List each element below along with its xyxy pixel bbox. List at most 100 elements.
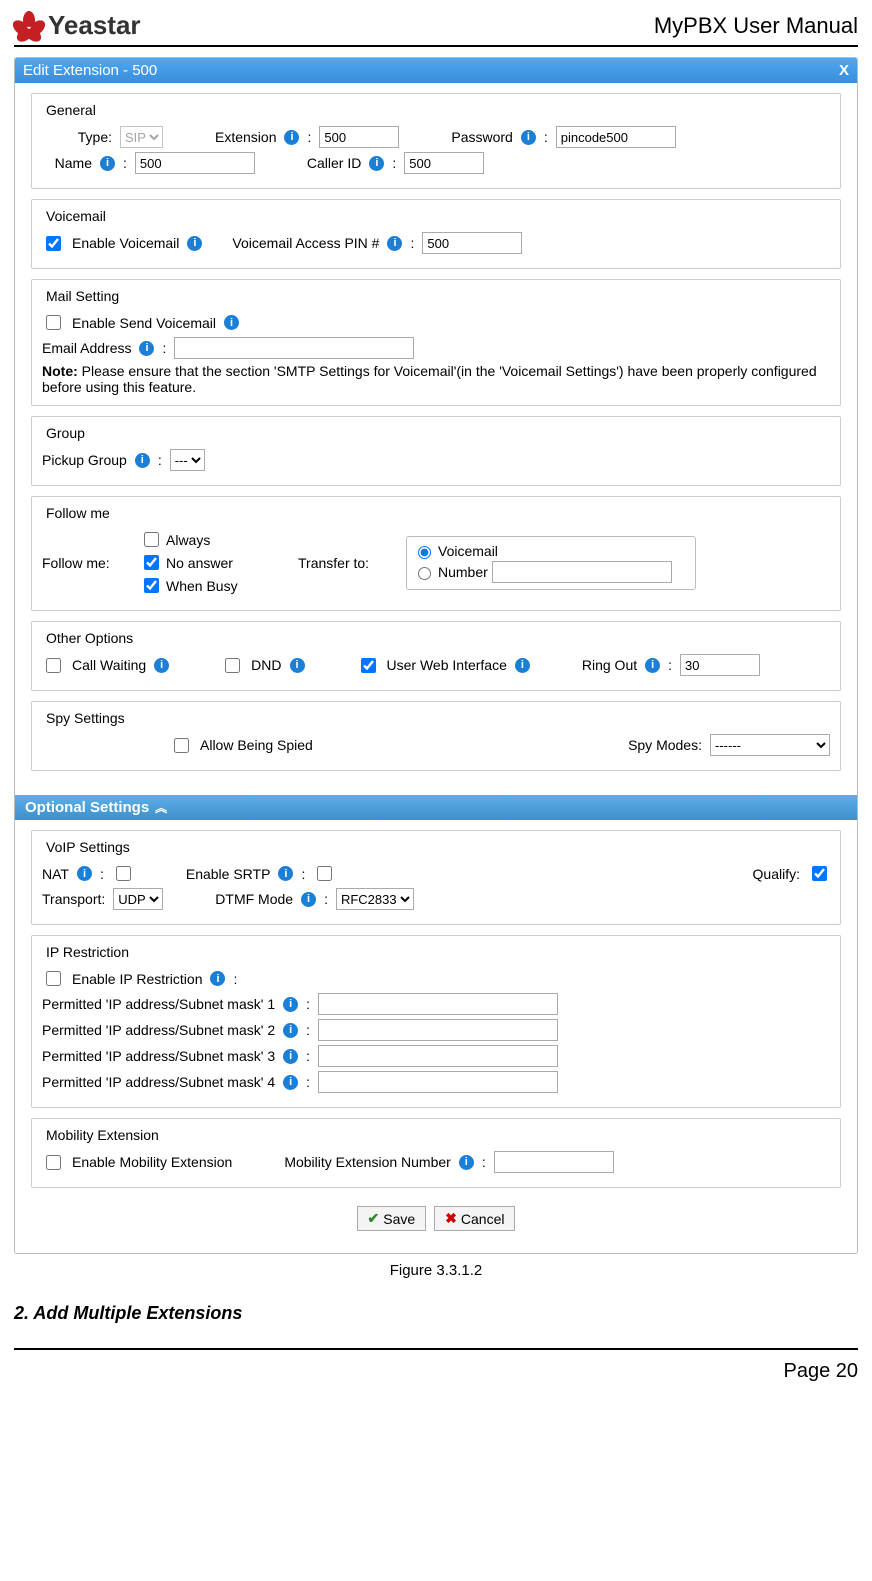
number-radio-label: Number <box>438 564 488 580</box>
when-busy-checkbox[interactable] <box>144 578 159 593</box>
info-icon[interactable]: i <box>139 341 154 356</box>
permitted-ip-2-input[interactable] <box>318 1019 558 1041</box>
permitted-ip-1-input[interactable] <box>318 993 558 1015</box>
info-icon[interactable]: i <box>283 1075 298 1090</box>
info-icon[interactable]: i <box>100 156 115 171</box>
enable-ip-restriction-label: Enable IP Restriction <box>72 971 202 987</box>
type-select[interactable]: SIP <box>120 126 163 148</box>
cancel-button[interactable]: ✖ Cancel <box>434 1206 515 1231</box>
info-icon[interactable]: i <box>283 1023 298 1038</box>
spy-modes-label: Spy Modes: <box>628 737 702 753</box>
follow-me-legend: Follow me <box>42 505 114 521</box>
pickup-group-select[interactable]: --- <box>170 449 205 471</box>
allow-spied-label: Allow Being Spied <box>200 737 313 753</box>
follow-me-fieldset: Follow me Follow me: Always No answer Wh… <box>31 496 841 611</box>
extension-label: Extension <box>215 129 276 145</box>
flower-icon <box>14 11 44 41</box>
callerid-input[interactable] <box>404 152 484 174</box>
voicemail-pin-label: Voicemail Access PIN # <box>232 235 379 251</box>
extension-input[interactable] <box>319 126 399 148</box>
ip-restriction-legend: IP Restriction <box>42 944 133 960</box>
figure-caption: Figure 3.3.1.2 <box>14 1262 858 1279</box>
permitted-ip-3-label: Permitted 'IP address/Subnet mask' 3 <box>42 1048 275 1064</box>
general-legend: General <box>42 102 100 118</box>
info-icon[interactable]: i <box>283 1049 298 1064</box>
general-fieldset: General Type: SIP Extensioni: Passwordi:… <box>31 93 841 189</box>
info-icon[interactable]: i <box>278 866 293 881</box>
when-busy-label: When Busy <box>166 578 238 594</box>
nat-label: NAT <box>42 866 69 882</box>
check-icon: ✔ <box>368 1210 380 1227</box>
optional-settings-toggle[interactable]: Optional Settings ︽ <box>15 795 857 820</box>
spy-modes-select[interactable]: ------ <box>710 734 830 756</box>
enable-mobility-checkbox[interactable] <box>46 1155 61 1170</box>
email-address-input[interactable] <box>174 337 414 359</box>
name-input[interactable] <box>135 152 255 174</box>
smtp-note: Note: Please ensure that the section 'SM… <box>42 363 830 395</box>
enable-mobility-label: Enable Mobility Extension <box>72 1154 232 1170</box>
info-icon[interactable]: i <box>187 236 202 251</box>
transport-select[interactable]: UDP <box>113 888 163 910</box>
chevron-up-icon: ︽ <box>155 799 167 816</box>
always-checkbox[interactable] <box>144 532 159 547</box>
info-icon[interactable]: i <box>210 971 225 986</box>
always-label: Always <box>166 532 210 548</box>
qualify-checkbox[interactable] <box>812 866 827 881</box>
mobility-extension-fieldset: Mobility Extension Enable Mobility Exten… <box>31 1118 841 1188</box>
srtp-checkbox[interactable] <box>317 866 332 881</box>
info-icon[interactable]: i <box>387 236 402 251</box>
voicemail-pin-input[interactable] <box>422 232 522 254</box>
password-input[interactable] <box>556 126 676 148</box>
close-icon[interactable]: X <box>839 62 849 79</box>
user-web-checkbox[interactable] <box>361 658 376 673</box>
permitted-ip-4-input[interactable] <box>318 1071 558 1093</box>
nat-checkbox[interactable] <box>116 866 131 881</box>
page-footer: Page 20 <box>14 1348 858 1383</box>
info-icon[interactable]: i <box>301 892 316 907</box>
pickup-group-label: Pickup Group <box>42 452 127 468</box>
info-icon[interactable]: i <box>521 130 536 145</box>
allow-spied-checkbox[interactable] <box>174 738 189 753</box>
other-options-fieldset: Other Options Call Waitingi DNDi User We… <box>31 621 841 691</box>
info-icon[interactable]: i <box>77 866 92 881</box>
no-answer-checkbox[interactable] <box>144 555 159 570</box>
info-icon[interactable]: i <box>515 658 530 673</box>
info-icon[interactable]: i <box>154 658 169 673</box>
spy-settings-legend: Spy Settings <box>42 710 129 726</box>
save-button-label: Save <box>383 1211 415 1227</box>
transfer-number-input[interactable] <box>492 561 672 583</box>
info-icon[interactable]: i <box>284 130 299 145</box>
mail-setting-fieldset: Mail Setting Enable Send Voicemail i Ema… <box>31 279 841 406</box>
section-heading: 2. Add Multiple Extensions <box>14 1303 858 1324</box>
save-button[interactable]: ✔ Save <box>357 1206 427 1231</box>
info-icon[interactable]: i <box>645 658 660 673</box>
dnd-checkbox[interactable] <box>225 658 240 673</box>
info-icon[interactable]: i <box>135 453 150 468</box>
call-waiting-checkbox[interactable] <box>46 658 61 673</box>
voicemail-radio[interactable] <box>418 546 431 559</box>
dtmf-select[interactable]: RFC2833 <box>336 888 414 910</box>
ring-out-label: Ring Out <box>582 657 637 673</box>
brand-logo: Yeastar <box>14 10 141 41</box>
permitted-ip-3-input[interactable] <box>318 1045 558 1067</box>
info-icon[interactable]: i <box>283 997 298 1012</box>
transfer-to-label: Transfer to: <box>298 555 398 571</box>
spy-settings-fieldset: Spy Settings Allow Being Spied Spy Modes… <box>31 701 841 771</box>
info-icon[interactable]: i <box>290 658 305 673</box>
enable-send-voicemail-checkbox[interactable] <box>46 315 61 330</box>
info-icon[interactable]: i <box>459 1155 474 1170</box>
voicemail-fieldset: Voicemail Enable Voicemail i Voicemail A… <box>31 199 841 269</box>
enable-ip-restriction-checkbox[interactable] <box>46 971 61 986</box>
srtp-label: Enable SRTP <box>186 866 271 882</box>
ring-out-input[interactable] <box>680 654 760 676</box>
info-icon[interactable]: i <box>369 156 384 171</box>
number-radio[interactable] <box>418 567 431 580</box>
voip-settings-legend: VoIP Settings <box>42 839 134 855</box>
info-icon[interactable]: i <box>224 315 239 330</box>
voip-settings-fieldset: VoIP Settings NATi: Enable SRTPi: Qualif… <box>31 830 841 925</box>
optional-settings-label: Optional Settings <box>25 799 149 816</box>
mobility-number-input[interactable] <box>494 1151 614 1173</box>
dtmf-label: DTMF Mode <box>215 891 293 907</box>
edit-extension-dialog: Edit Extension - 500 X General Type: SIP… <box>14 57 858 1254</box>
enable-voicemail-checkbox[interactable] <box>46 236 61 251</box>
